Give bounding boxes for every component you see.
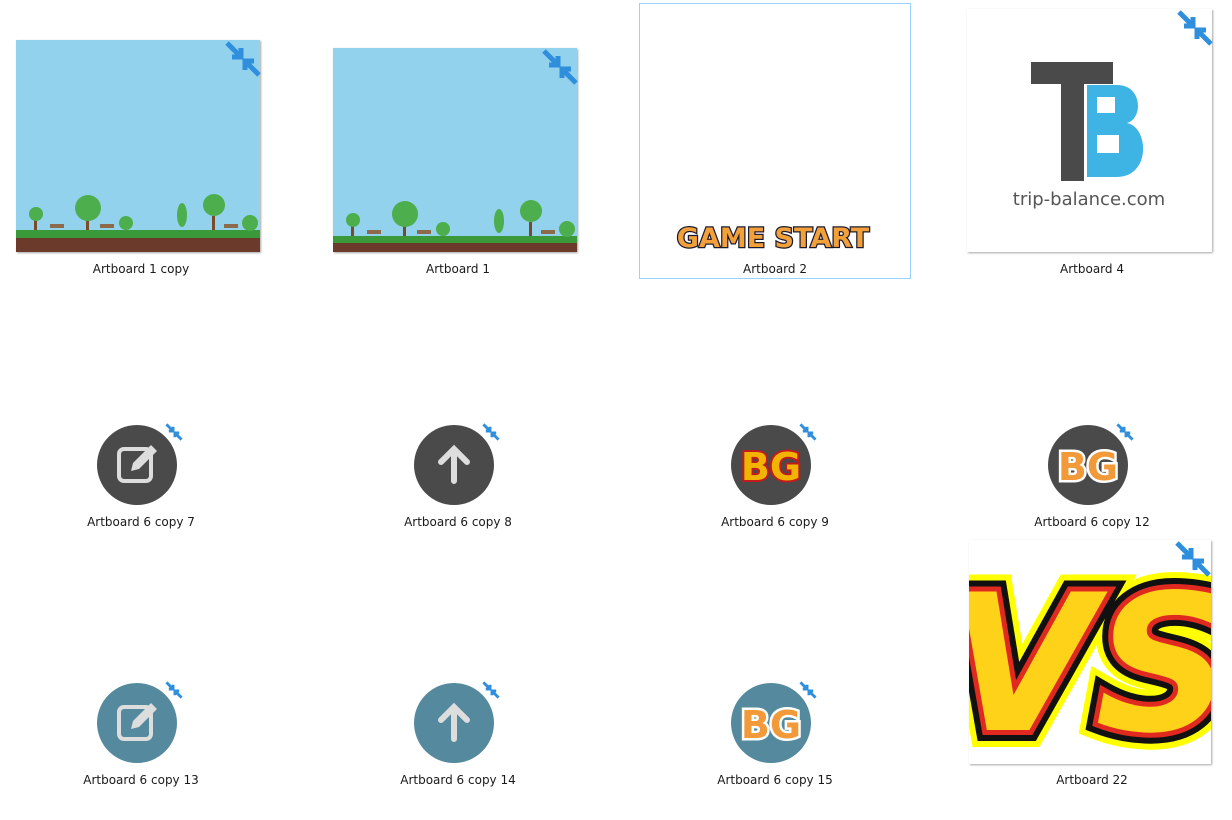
shortcut-arrows-icon [165,681,183,699]
bg-text: BG [741,703,801,747]
shortcut-arrows-icon [799,423,817,441]
file-name: Artboard 6 copy 12 [1034,515,1150,529]
shortcut-arrows-icon [541,48,579,86]
file-name: Artboard 1 copy [92,262,190,276]
game-start-thumbnail[interactable]: GAME START [650,222,896,254]
file-name: Artboard 6 copy 7 [87,515,195,529]
bg-text: BG [1058,445,1118,489]
file-name: Artboard 22 [1056,773,1128,787]
file-name: Artboard 6 copy 13 [83,773,199,787]
tb-domain-text: trip-balance.com [1013,189,1165,210]
file-name: Artboard 1 [426,262,490,276]
file-name: Artboard 6 copy 14 [400,773,516,787]
shortcut-arrows-icon [1116,423,1134,441]
file-name: Artboard 6 copy 15 [717,773,833,787]
file-name: Artboard 4 [1060,262,1124,276]
shortcut-arrows-icon [165,423,183,441]
file-name: Artboard 6 copy 9 [721,515,829,529]
shortcut-arrows-icon [1174,540,1212,578]
shortcut-arrows-icon [1176,9,1214,47]
vs-text: VS [969,554,1211,764]
file-name: Artboard 6 copy 8 [404,515,512,529]
shortcut-arrows-icon [482,681,500,699]
bg-text: BG [741,445,801,489]
shortcut-arrows-icon [224,40,262,78]
game-start-text: GAME START [677,223,870,254]
shortcut-arrows-icon [799,681,817,699]
file-name: Artboard 2 [743,262,807,276]
shortcut-arrows-icon [482,423,500,441]
